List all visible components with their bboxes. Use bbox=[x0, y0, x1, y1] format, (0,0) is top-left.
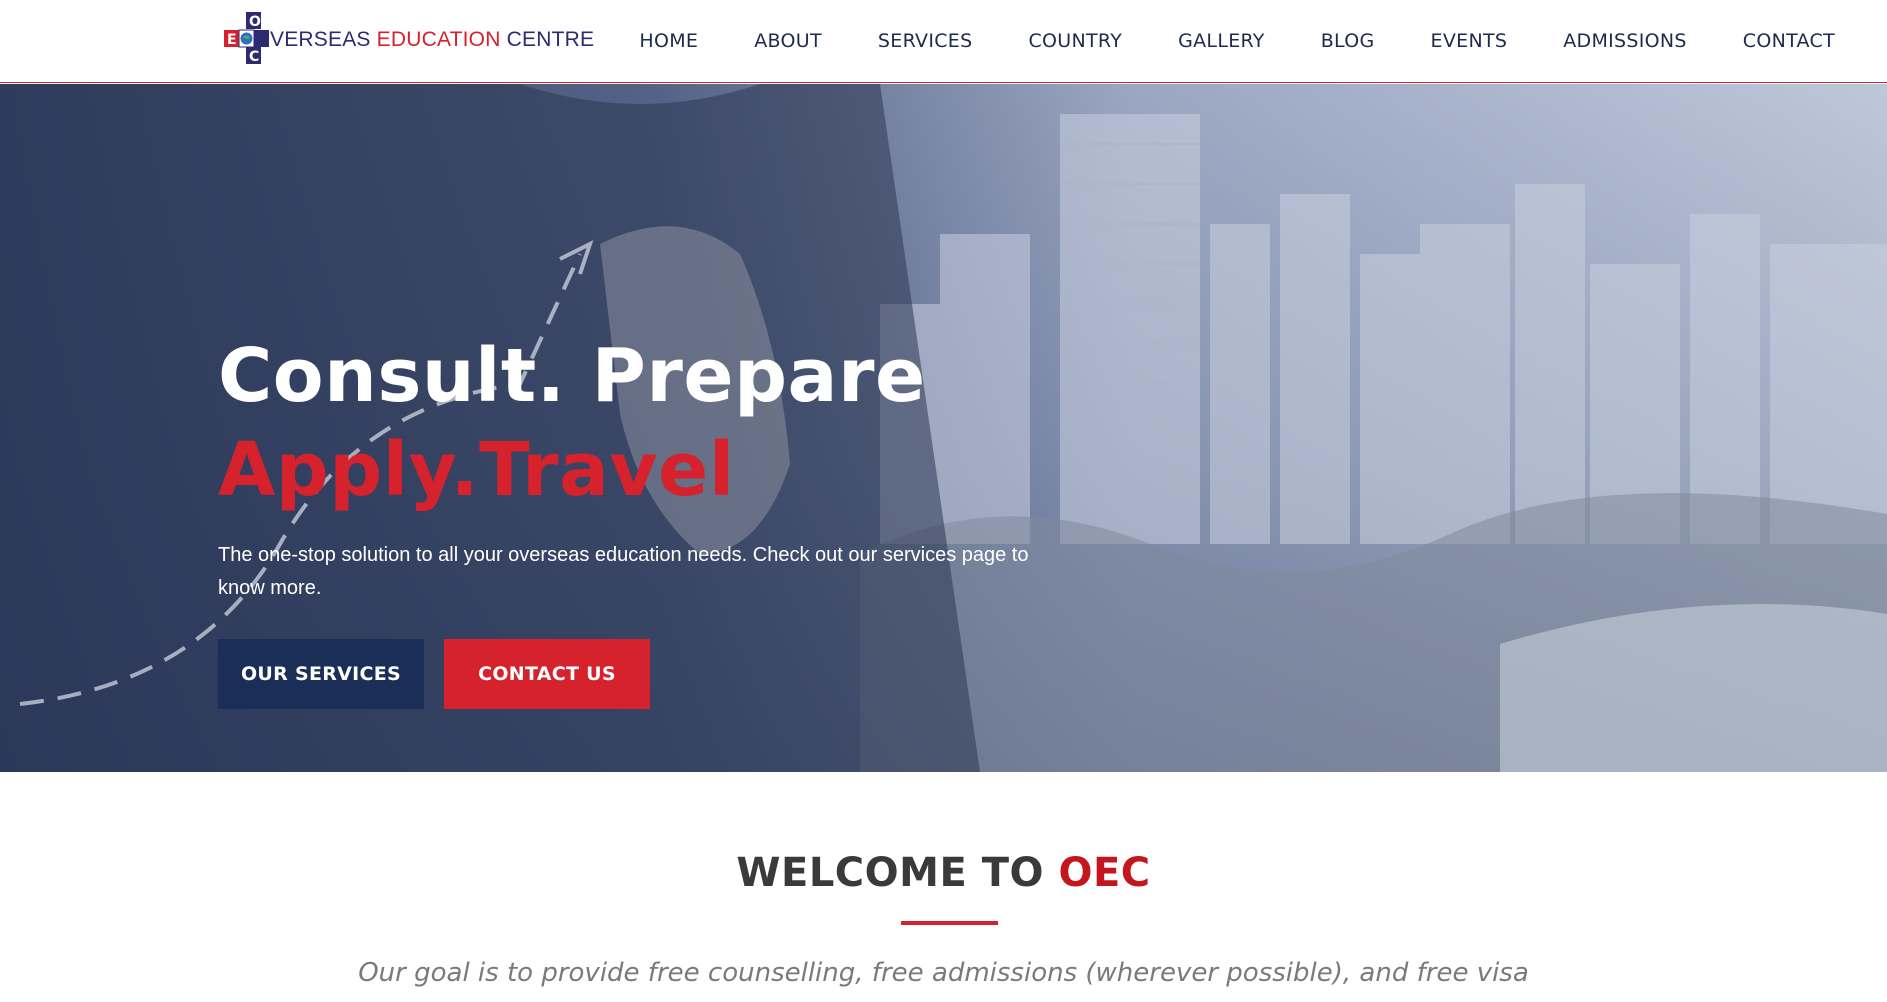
svg-text:E: E bbox=[227, 32, 237, 48]
welcome-heading-prefix: WELCOME TO bbox=[736, 850, 1059, 896]
nav-services[interactable]: SERVICES bbox=[850, 0, 1001, 83]
nav-gallery[interactable]: GALLERY bbox=[1150, 0, 1293, 83]
heading-divider bbox=[901, 921, 998, 925]
hero-title-line1: Consult. Prepare bbox=[218, 333, 926, 419]
nav-contact[interactable]: CONTACT bbox=[1715, 0, 1835, 83]
hero-banner: Consult. Prepare Apply.Travel The one-st… bbox=[0, 84, 1887, 772]
oec-logo-mark: E O C bbox=[224, 12, 269, 65]
nav-about[interactable]: ABOUT bbox=[726, 0, 850, 83]
our-services-button[interactable]: OUR SERVICES bbox=[218, 639, 424, 709]
hero-description: The one-stop solution to all your overse… bbox=[218, 544, 1029, 599]
site-header: E O C VERSEAS EDUCATION CENTRE HOME ABOU… bbox=[0, 0, 1887, 83]
welcome-heading-highlight: OEC bbox=[1058, 850, 1151, 896]
main-nav: HOME ABOUT SERVICES COUNTRY GALLERY BLOG… bbox=[611, 0, 1835, 83]
site-logo[interactable]: E O C VERSEAS EDUCATION CENTRE bbox=[224, 6, 594, 66]
nav-events[interactable]: EVENTS bbox=[1403, 0, 1536, 83]
svg-text:O: O bbox=[249, 14, 261, 30]
welcome-intro-text: Our goal is to provide free counselling,… bbox=[358, 958, 1529, 988]
welcome-heading: WELCOME TO OEC bbox=[0, 850, 1887, 896]
contact-us-button[interactable]: CONTACT US bbox=[444, 639, 650, 709]
logo-text-verseas: VERSEAS bbox=[270, 28, 371, 51]
logo-wordmark: VERSEAS EDUCATION CENTRE bbox=[270, 28, 594, 52]
nav-home[interactable]: HOME bbox=[611, 0, 726, 83]
logo-text-centre: CENTRE bbox=[506, 28, 595, 51]
logo-text-education: EDUCATION bbox=[376, 28, 501, 51]
nav-country[interactable]: COUNTRY bbox=[1000, 0, 1150, 83]
hero-title-line2: Apply.Travel bbox=[218, 427, 735, 513]
svg-text:C: C bbox=[249, 49, 259, 65]
nav-blog[interactable]: BLOG bbox=[1293, 0, 1403, 83]
nav-admissions[interactable]: ADMISSIONS bbox=[1535, 0, 1715, 83]
